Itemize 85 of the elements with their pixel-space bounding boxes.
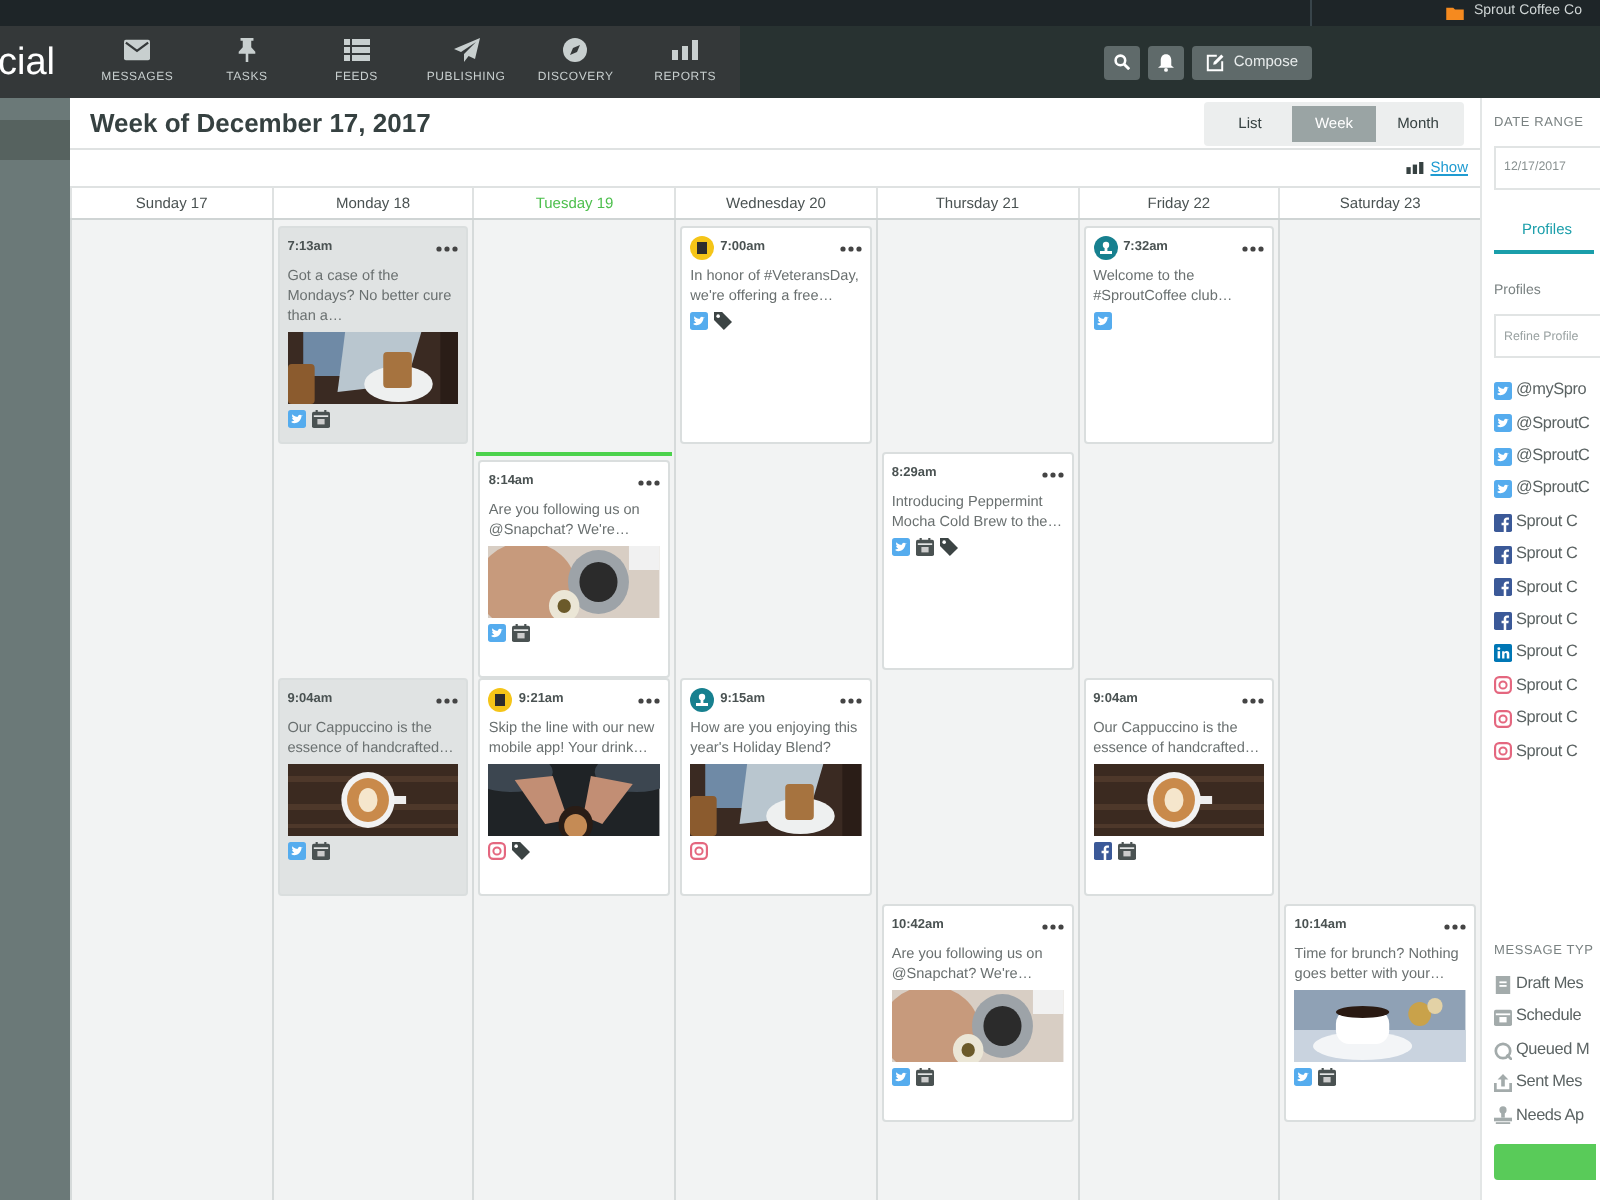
- person-badge-icon: [690, 688, 715, 712]
- bird-icon: [1294, 1067, 1313, 1086]
- week-title: Week of December 17, 2017: [90, 105, 431, 142]
- profile-name[interactable]: Sprout C: [1516, 706, 1578, 731]
- search-icon: [1113, 54, 1130, 70]
- bird-icon: [287, 409, 306, 428]
- bird-icon: [891, 1067, 910, 1086]
- linkedin-icon: [1494, 644, 1512, 663]
- profile-name[interactable]: Sprout C: [1516, 673, 1578, 699]
- facebook-icon: [1093, 841, 1112, 860]
- calendar-icon: [311, 409, 330, 428]
- profile-name[interactable]: Sprout C: [1516, 608, 1578, 633]
- more-icon[interactable]: [839, 245, 862, 251]
- more-icon[interactable]: [436, 697, 459, 703]
- profile-name[interactable]: Sprout C: [1516, 542, 1578, 568]
- tag-icon: [512, 841, 531, 860]
- bird-icon: [1494, 447, 1512, 466]
- bird-icon: [1494, 414, 1512, 433]
- document-icon: [1494, 975, 1512, 994]
- more-icon[interactable]: [1242, 697, 1265, 703]
- more-icon[interactable]: [839, 697, 862, 703]
- queue-icon: [1494, 1041, 1512, 1060]
- profile-name[interactable]: Sprout C: [1516, 509, 1578, 535]
- bird-icon: [891, 537, 910, 556]
- device-badge-icon: [488, 688, 513, 712]
- calendar-icon: [1494, 1008, 1512, 1027]
- profile-name[interactable]: @SproutC: [1516, 444, 1590, 469]
- person-badge-icon: [1093, 236, 1118, 260]
- more-icon[interactable]: [638, 697, 661, 703]
- message-type-option[interactable]: Needs Ap: [1516, 1103, 1584, 1128]
- more-icon[interactable]: [638, 479, 661, 485]
- paper-plane-icon: [453, 37, 480, 61]
- profile-name[interactable]: Sprout C: [1516, 739, 1578, 764]
- stamp-icon: [1494, 1106, 1512, 1125]
- facebook-icon: [1494, 611, 1512, 630]
- bird-icon: [488, 623, 507, 642]
- notifications-button[interactable]: [1147, 45, 1184, 79]
- calendar-icon: [512, 623, 531, 642]
- camera-icon: [1494, 709, 1512, 728]
- envelope-icon: [124, 37, 151, 61]
- more-icon[interactable]: [1041, 471, 1064, 477]
- calendar-icon: [311, 841, 330, 860]
- compass-icon: [562, 37, 589, 61]
- bar-chart-icon: [672, 37, 699, 61]
- search-button[interactable]: [1103, 45, 1140, 79]
- more-icon[interactable]: [1041, 923, 1064, 929]
- folder-icon: [1446, 6, 1464, 20]
- message-type-option[interactable]: Queued M: [1516, 1037, 1590, 1063]
- tag-icon: [939, 537, 958, 556]
- upload-icon: [1494, 1073, 1512, 1092]
- bird-icon: [1494, 381, 1512, 400]
- more-icon[interactable]: [1242, 245, 1265, 251]
- device-badge-icon: [690, 236, 715, 260]
- facebook-icon: [1494, 578, 1512, 597]
- calendar-icon: [915, 537, 934, 556]
- message-type-option[interactable]: Sent Mes: [1516, 1070, 1582, 1096]
- calendar-icon: [1117, 841, 1136, 860]
- facebook-icon: [1494, 545, 1512, 564]
- bar-chart-icon: [1406, 162, 1425, 174]
- calendar-icon: [1318, 1067, 1337, 1086]
- camera-icon: [488, 841, 507, 860]
- calendar-icon: [915, 1067, 934, 1086]
- profile-name[interactable]: @SproutC: [1516, 476, 1590, 502]
- camera-icon: [1494, 742, 1512, 761]
- bird-icon: [690, 311, 709, 330]
- tag-icon: [714, 311, 733, 330]
- profile-name[interactable]: @SproutC: [1516, 411, 1590, 436]
- facebook-icon: [1494, 513, 1512, 531]
- message-type-option[interactable]: Schedule: [1516, 1004, 1582, 1030]
- camera-icon: [690, 841, 709, 860]
- pin-icon: [233, 37, 260, 61]
- camera-icon: [1494, 676, 1512, 695]
- message-type-option[interactable]: Draft Mes: [1516, 972, 1584, 997]
- logo-text: cial: [0, 43, 58, 81]
- bird-icon: [1093, 311, 1112, 330]
- profile-name[interactable]: Sprout C: [1516, 640, 1578, 666]
- profile-name[interactable]: @mySpro: [1516, 378, 1587, 404]
- bell-icon: [1157, 53, 1174, 71]
- list-icon: [343, 37, 370, 61]
- more-icon[interactable]: [1444, 923, 1466, 929]
- bird-icon: [1494, 480, 1512, 499]
- bird-icon: [287, 841, 306, 860]
- profile-name[interactable]: Sprout C: [1516, 575, 1578, 600]
- edit-icon: [1205, 53, 1224, 71]
- more-icon[interactable]: [436, 245, 459, 251]
